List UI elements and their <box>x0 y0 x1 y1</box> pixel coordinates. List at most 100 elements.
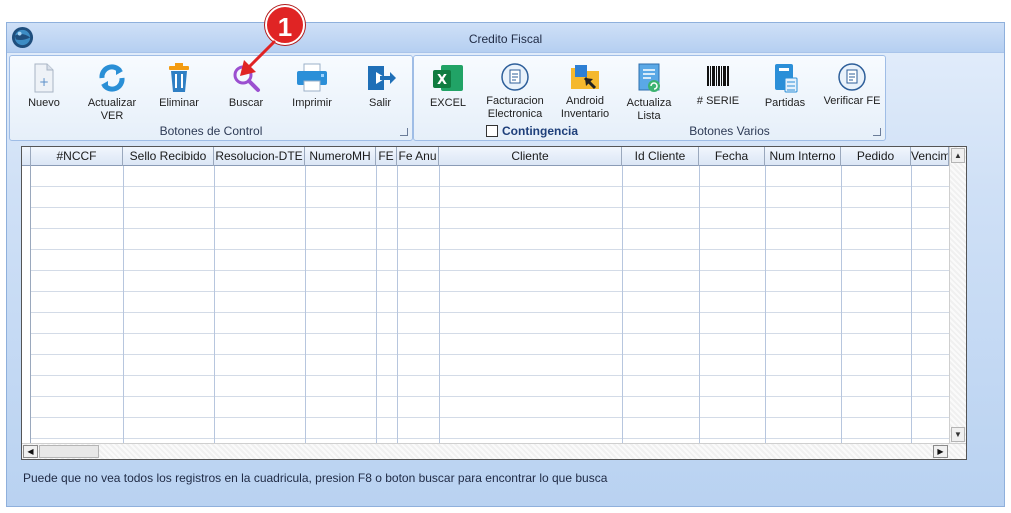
scroll-left-icon[interactable]: ◀ <box>23 445 38 458</box>
grid-col-line <box>214 166 215 443</box>
serie-label: # SERIE <box>696 95 740 107</box>
column-header[interactable]: NumeroMH <box>305 147 376 166</box>
facturacion-electronica-icon <box>501 63 529 91</box>
data-grid[interactable]: #NCCF Sello Recibido Resolucion-DTE Nume… <box>21 146 967 460</box>
grid-col-line <box>699 166 700 443</box>
imprimir-label: Imprimir <box>292 97 332 109</box>
imprimir-button[interactable]: Imprimir <box>290 62 334 110</box>
trash-icon <box>169 63 189 92</box>
column-header[interactable]: FE <box>376 147 397 166</box>
verificar-fe-label: Verificar FE <box>823 95 881 107</box>
column-header[interactable]: Num Interno <box>765 147 841 166</box>
list-refresh-icon <box>638 63 660 92</box>
column-header[interactable]: Id Cliente <box>622 147 699 166</box>
column-header[interactable]: #NCCF <box>31 147 123 166</box>
actualiza-lista-button[interactable]: Actualiza Lista <box>624 62 674 123</box>
contingencia-label: Contingencia <box>502 124 579 138</box>
column-header[interactable]: Pedido <box>841 147 911 166</box>
folder-icon <box>571 65 599 90</box>
excel-button[interactable]: X EXCEL <box>426 62 470 110</box>
facturacion-button[interactable]: Facturacion Electronica <box>484 62 546 121</box>
row-selector-column[interactable] <box>22 166 31 443</box>
grid-col-line <box>397 166 398 443</box>
svg-text:+: + <box>39 75 49 89</box>
column-header[interactable]: Sello Recibido <box>123 147 214 166</box>
column-header[interactable]: Cliente <box>439 147 622 166</box>
actualizar-label: Actualizar VER <box>87 97 137 122</box>
refresh-icon <box>99 64 125 92</box>
varios-buttons-group: X EXCEL Facturacion Electronica Android … <box>413 55 886 141</box>
grid-col-line <box>911 166 912 443</box>
ledger-icon <box>775 64 798 93</box>
grid-row-line <box>22 207 949 208</box>
grid-row-line <box>22 291 949 292</box>
buscar-label: Buscar <box>228 97 264 109</box>
partidas-button[interactable]: Partidas <box>762 62 808 110</box>
grid-col-line <box>841 166 842 443</box>
checkbox-box[interactable] <box>486 125 498 137</box>
printer-icon <box>297 63 327 92</box>
column-header[interactable]: Fe Anu <box>397 147 439 166</box>
partidas-label: Partidas <box>764 97 806 109</box>
facturacion-label: Facturacion Electronica <box>486 95 544 120</box>
dialog-launcher-icon[interactable] <box>400 128 408 136</box>
contingencia-checkbox[interactable]: Contingencia <box>486 124 578 138</box>
actualizar-button[interactable]: Actualizar VER <box>84 62 140 123</box>
column-header[interactable]: Resolucion-DTE <box>214 147 305 166</box>
scroll-down-icon[interactable]: ▼ <box>951 427 965 442</box>
dialog-launcher-icon[interactable] <box>873 128 881 136</box>
column-header[interactable]: Fecha <box>699 147 765 166</box>
salir-label: Salir <box>368 97 391 109</box>
excel-label: EXCEL <box>429 97 467 109</box>
grid-row-line <box>22 312 949 313</box>
grid-col-line <box>439 166 440 443</box>
nuevo-button[interactable]: + Nuevo <box>24 62 64 110</box>
grid-col-line <box>376 166 377 443</box>
title-bar: Credito Fiscal <box>7 23 1004 53</box>
column-header[interactable]: Vencim <box>911 147 949 166</box>
grid-row-line <box>22 438 949 439</box>
grid-row-line <box>22 228 949 229</box>
svg-text:X: X <box>437 73 447 88</box>
actualiza-lista-label: Actualiza Lista <box>626 97 672 122</box>
grid-row-line <box>22 270 949 271</box>
varios-group-caption: Botones Varios <box>689 124 770 138</box>
grid-col-line <box>123 166 124 443</box>
grid-body[interactable] <box>22 166 949 443</box>
grid-row-line <box>22 375 949 376</box>
grid-col-line <box>305 166 306 443</box>
scroll-right-icon[interactable]: ▶ <box>933 445 948 458</box>
barcode-icon <box>707 66 729 86</box>
horizontal-scrollbar[interactable]: ◀ ▶ <box>22 443 966 459</box>
android-inventario-label: Android Inventario <box>560 95 610 120</box>
grid-row-line <box>22 249 949 250</box>
grid-header: #NCCF Sello Recibido Resolucion-DTE Nume… <box>22 147 949 166</box>
salir-button[interactable]: Salir <box>360 62 400 110</box>
grid-row-line <box>22 417 949 418</box>
excel-icon: X <box>433 65 463 91</box>
android-inventario-button[interactable]: Android Inventario <box>558 62 612 121</box>
status-message: Puede que no vea todos los registros en … <box>23 471 608 485</box>
grid-row-line <box>22 186 949 187</box>
grid-row-line <box>22 354 949 355</box>
grid-row-line <box>22 396 949 397</box>
facturacion-electronica-icon <box>838 63 866 91</box>
exit-icon <box>368 66 396 90</box>
eliminar-button[interactable]: Eliminar <box>158 62 200 110</box>
credito-fiscal-window: Credito Fiscal + Nuevo Actualizar VER El… <box>6 22 1005 507</box>
grid-row-line <box>22 333 949 334</box>
vertical-scrollbar[interactable]: ▲ ▼ <box>949 147 966 443</box>
verificar-fe-button[interactable]: Verificar FE <box>822 62 882 108</box>
grid-col-line <box>622 166 623 443</box>
window-title: Credito Fiscal <box>468 32 543 46</box>
serie-button[interactable]: # SERIE <box>696 62 740 108</box>
grid-col-line <box>765 166 766 443</box>
scroll-up-icon[interactable]: ▲ <box>951 148 965 163</box>
row-header-corner <box>22 147 31 166</box>
new-document-icon: + <box>34 63 54 93</box>
nuevo-label: Nuevo <box>28 97 60 109</box>
annotation-badge: 1 <box>265 5 305 45</box>
control-buttons-group: + Nuevo Actualizar VER Eliminar Buscar I… <box>9 55 413 141</box>
scroll-thumb[interactable] <box>39 445 99 458</box>
control-group-caption: Botones de Control <box>159 124 263 138</box>
